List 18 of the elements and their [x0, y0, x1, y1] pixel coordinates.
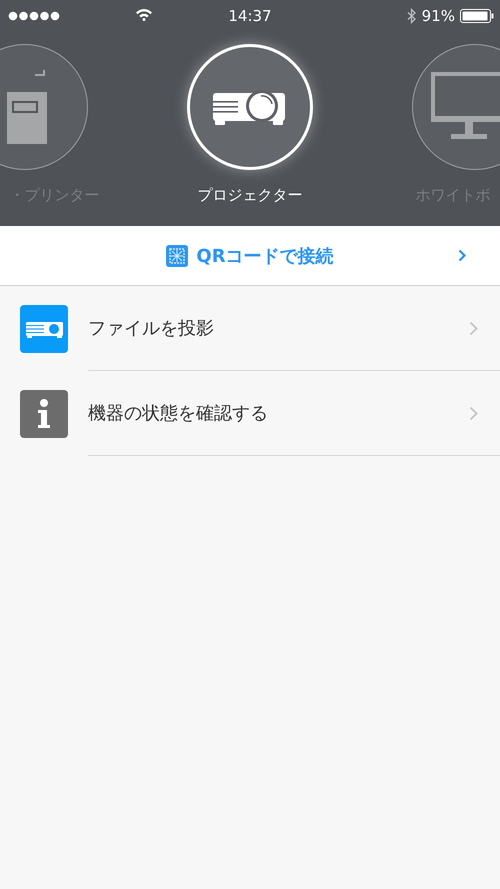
- monitor-icon: [431, 72, 500, 142]
- signal-icon: [8, 11, 60, 21]
- menu-item[interactable]: ファイルを投影: [0, 286, 500, 371]
- projector-icon: [20, 304, 68, 352]
- battery-icon: [460, 8, 494, 24]
- chevron-icon: [469, 320, 478, 336]
- menu-item[interactable]: 機器の状態を確認する: [0, 371, 500, 456]
- chevron-icon: [458, 249, 466, 262]
- printer-icon: [7, 70, 47, 144]
- device-label: プロジェクター: [198, 186, 302, 205]
- info-icon: [20, 390, 68, 438]
- wifi-icon: [135, 8, 153, 21]
- chevron-icon: [469, 406, 478, 420]
- qr-code-icon: [166, 244, 188, 266]
- bluetooth-icon: [406, 8, 417, 24]
- battery-percentage: 91%: [422, 7, 455, 25]
- status-time: 14:37: [228, 7, 272, 25]
- projector-icon: [213, 89, 287, 125]
